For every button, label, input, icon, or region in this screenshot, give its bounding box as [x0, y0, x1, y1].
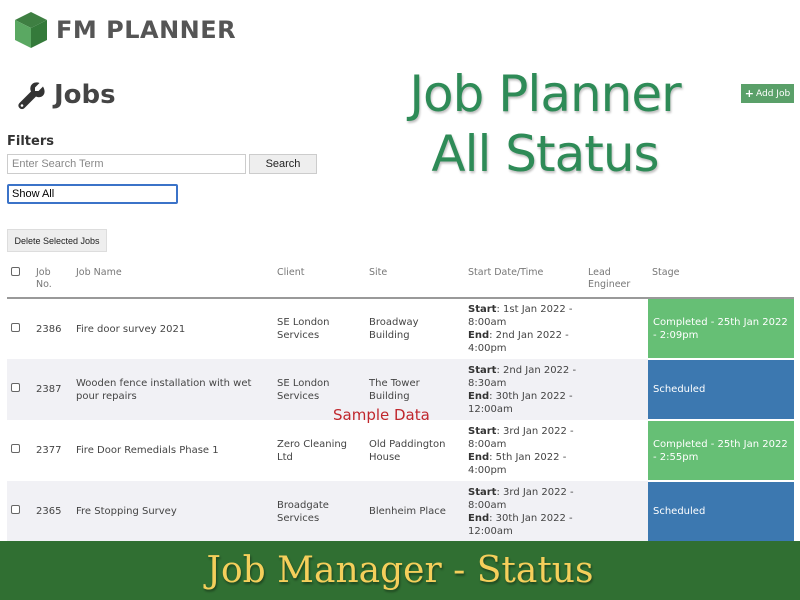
header-job-no-line2: No.: [36, 279, 52, 290]
lead-engineer: [584, 359, 648, 420]
header-job-no-line1: Job: [36, 267, 51, 278]
add-job-label: Add Job: [756, 88, 791, 99]
site: Broadway Building: [369, 317, 419, 341]
start-label: Start: [468, 425, 497, 437]
jobs-table: Job No. Job Name Client Site Start Date/…: [7, 262, 794, 543]
start-label: Start: [468, 486, 497, 498]
status-filter-select[interactable]: Show All: [7, 184, 178, 204]
date-range: Start: 3rd Jan 2022 - 8:00am End: 5th Ja…: [468, 425, 574, 476]
row-select-cell: [7, 481, 32, 542]
table-header-row: Job No. Job Name Client Site Start Date/…: [7, 262, 794, 298]
job-no: 2365: [32, 481, 72, 542]
delete-selected-jobs-button[interactable]: Delete Selected Jobs: [7, 229, 107, 252]
search-button[interactable]: Search: [249, 154, 317, 174]
job-no: 2377: [36, 445, 62, 456]
start-label: Start: [468, 364, 497, 376]
header-lead-line2: Engineer: [588, 279, 631, 290]
site: Old Paddington House: [369, 438, 446, 463]
client: SE London Services: [277, 317, 330, 341]
overlay-title: Job Planner All Status: [395, 64, 695, 184]
stage-status: Scheduled: [648, 359, 794, 421]
job-no: 2387: [32, 359, 72, 420]
header-select-all: [7, 262, 32, 298]
page-title: Jobs: [54, 80, 116, 110]
row-checkbox[interactable]: [11, 383, 20, 392]
wrench-icon: [18, 82, 45, 110]
header-job-no[interactable]: Job No.: [32, 262, 72, 298]
row-checkbox[interactable]: [11, 505, 20, 514]
job-name[interactable]: Wooden fence installation with wet pour …: [72, 359, 273, 420]
date-range: Start: 2nd Jan 2022 - 8:30am End: 30th J…: [464, 359, 584, 420]
stage-status: Scheduled: [648, 481, 794, 543]
lead-engineer: [584, 481, 648, 542]
header-job-name[interactable]: Job Name: [72, 262, 273, 298]
header-site[interactable]: Site: [365, 262, 464, 298]
sample-data-label: Sample Data: [333, 406, 430, 424]
select-all-checkbox[interactable]: [11, 267, 20, 276]
lead-engineer: [584, 420, 648, 481]
overlay-title-line1: Job Planner: [409, 65, 681, 123]
row-checkbox[interactable]: [11, 322, 20, 332]
overlay-title-line2: All Status: [431, 125, 659, 183]
job-name[interactable]: Fire door survey 2021: [72, 298, 273, 359]
start-label: Start: [468, 304, 497, 315]
table-row[interactable]: 2377 Fire Door Remedials Phase 1 Zero Cl…: [7, 420, 794, 482]
row-select-cell: [7, 359, 32, 420]
add-job-button[interactable]: + Add Job: [741, 84, 794, 103]
plus-icon: +: [744, 87, 755, 100]
client: Broadgate Services: [273, 481, 365, 542]
header-lead-line1: Lead: [588, 267, 611, 278]
table-row[interactable]: 2386 Fire door survey 2021 SE London Ser…: [7, 298, 794, 360]
row-select-cell: [7, 298, 32, 359]
footer-banner: Job Manager - Status: [0, 541, 800, 600]
end-label: End: [468, 451, 490, 463]
search-input[interactable]: [7, 154, 246, 174]
filters-label: Filters: [7, 134, 54, 149]
end-label: End: [468, 330, 490, 341]
site: Blenheim Place: [365, 481, 464, 542]
page-heading: Jobs: [16, 80, 116, 110]
end-label: End: [468, 390, 490, 402]
table-row[interactable]: 2365 Fre Stopping Survey Broadgate Servi…: [7, 481, 794, 543]
cube-logo-icon: [15, 12, 47, 48]
logo-text: FM PLANNER: [56, 16, 237, 44]
date-range: Start: 3rd Jan 2022 - 8:00am End: 30th J…: [464, 481, 584, 542]
header-start-date[interactable]: Start Date/Time: [464, 262, 584, 298]
date-range: Start: 1st Jan 2022 - 8:00am End: 2nd Ja…: [468, 304, 573, 354]
job-name[interactable]: Fire Door Remedials Phase 1: [72, 420, 273, 481]
header-lead-engineer[interactable]: Lead Engineer: [584, 262, 648, 298]
end-label: End: [468, 512, 490, 524]
row-checkbox[interactable]: [11, 444, 20, 453]
client: Zero Cleaning Ltd: [277, 438, 348, 463]
header-stage[interactable]: Stage: [648, 262, 794, 298]
stage-status: Completed - 25th Jan 2022 - 2:09pm: [648, 298, 794, 360]
stage-status: Completed - 25th Jan 2022 - 2:55pm: [648, 420, 794, 482]
job-name[interactable]: Fre Stopping Survey: [72, 481, 273, 542]
lead-engineer: [584, 298, 648, 359]
footer-title: Job Manager - Status: [206, 550, 594, 591]
row-select-cell: [7, 420, 32, 481]
app-logo[interactable]: FM PLANNER: [14, 11, 236, 49]
header-client[interactable]: Client: [273, 262, 365, 298]
job-no: 2386: [36, 323, 62, 335]
